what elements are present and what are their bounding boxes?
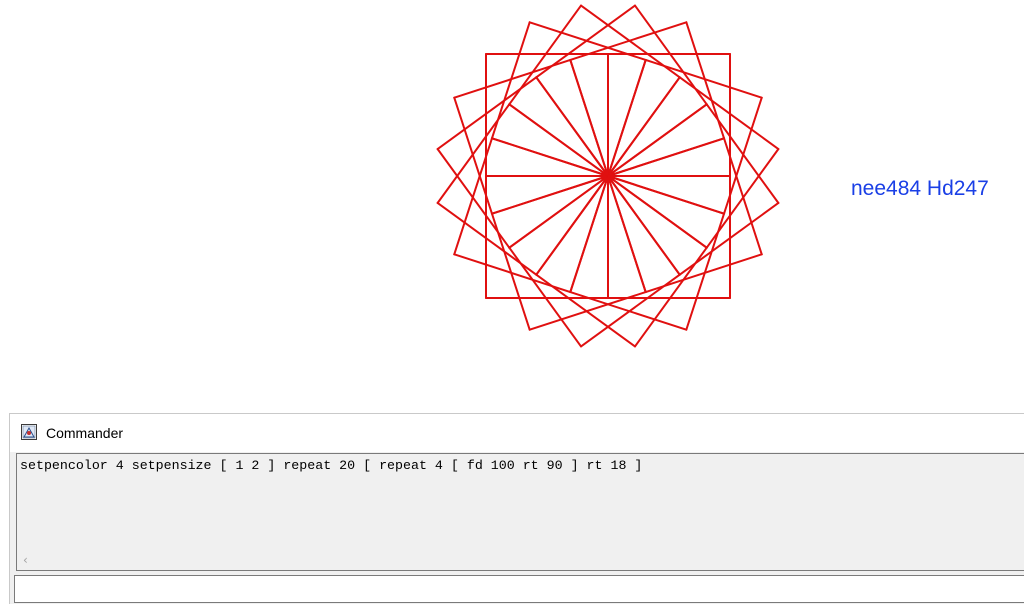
commander-titlebar[interactable]: Commander <box>10 414 1024 452</box>
turtle-stroke <box>607 76 681 177</box>
turtle-stroke <box>535 175 609 276</box>
turtle-stroke <box>685 21 726 140</box>
turtle-stroke <box>490 175 609 215</box>
turtle-stroke <box>607 58 647 177</box>
turtle-stroke <box>490 21 531 140</box>
turtle-stroke <box>607 175 726 215</box>
turtle-stroke <box>580 273 681 348</box>
turtle-stroke <box>569 175 609 294</box>
turtle-stroke <box>508 103 609 177</box>
logo-app-icon <box>21 424 37 440</box>
turtle-canvas: nee484 Hd247 <box>0 0 1024 410</box>
horizontal-scrollbar[interactable]: ‹ <box>17 552 1024 570</box>
turtle-stroke <box>453 253 572 294</box>
commander-title: Commander <box>46 425 124 441</box>
turtle-stroke <box>607 103 708 177</box>
turtle-stroke <box>607 137 726 177</box>
overlay-label: nee484 Hd247 <box>851 177 989 200</box>
commander-window: Commander setpencolor 4 setpensize [ 1 2… <box>9 413 1024 604</box>
turtle-stroke <box>607 175 681 276</box>
turtle-stroke <box>436 148 511 249</box>
turtle-stroke <box>535 4 636 79</box>
turtle-drawing <box>436 4 780 348</box>
command-history[interactable]: setpencolor 4 setpensize [ 1 2 ] repeat … <box>16 453 1024 571</box>
turtle-stroke <box>490 137 609 177</box>
turtle-stroke <box>569 58 609 177</box>
history-line[interactable]: setpencolor 4 setpensize [ 1 2 ] repeat … <box>20 458 642 473</box>
command-input[interactable] <box>14 575 1024 603</box>
chevron-left-icon[interactable]: ‹ <box>23 553 28 567</box>
turtle-stroke <box>685 212 726 331</box>
turtle-stroke <box>535 76 609 177</box>
turtle-stroke <box>508 175 609 249</box>
turtle-stroke <box>607 175 708 249</box>
turtle-stroke <box>607 175 647 294</box>
